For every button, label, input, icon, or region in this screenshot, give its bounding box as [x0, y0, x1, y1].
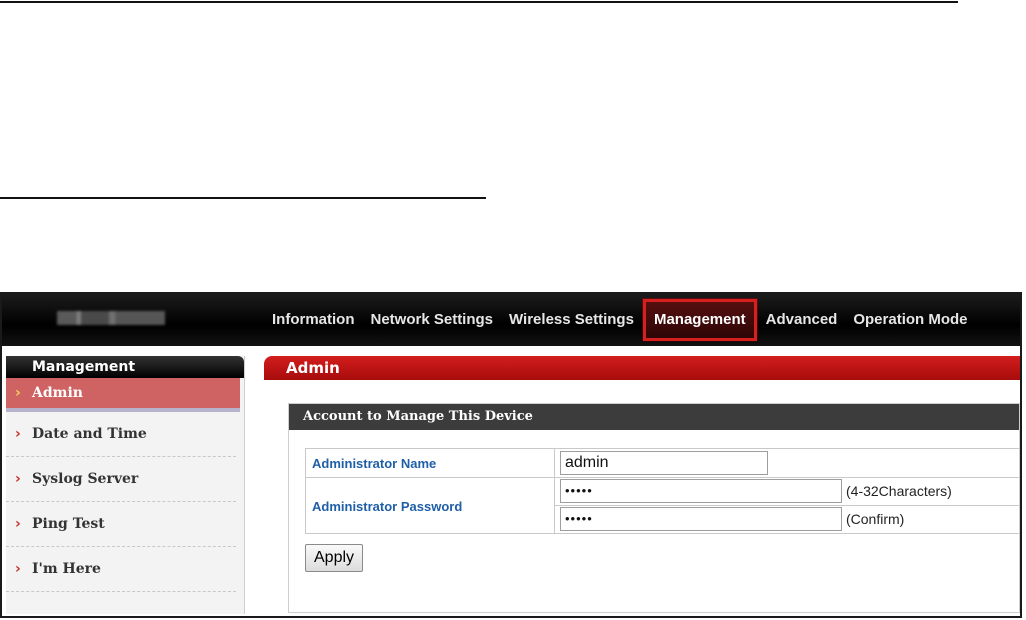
page-title: Admin	[264, 356, 1020, 380]
nav-information[interactable]: Information	[264, 294, 363, 346]
column-divider	[554, 449, 555, 533]
sidebar-item-admin[interactable]: › Admin	[6, 378, 240, 412]
panel-title: Account to Manage This Device	[289, 404, 1019, 430]
chevron-right-icon: ›	[15, 561, 21, 577]
row-divider	[306, 477, 1020, 478]
sidebar-item-label: Admin	[32, 385, 83, 401]
row-divider	[554, 505, 1020, 506]
router-admin-screen: Information Network Settings Wireless Se…	[0, 292, 1022, 618]
sidebar-item-ping-test[interactable]: › Ping Test	[6, 502, 236, 547]
sidebar-item-label: I'm Here	[32, 561, 101, 577]
chevron-right-icon: ›	[15, 385, 21, 401]
account-panel: Account to Manage This Device Administra…	[288, 403, 1020, 613]
admin-name-input[interactable]: admin	[560, 451, 768, 475]
nav-advanced[interactable]: Advanced	[758, 294, 846, 346]
sidebar-item-label: Date and Time	[32, 426, 147, 442]
sidebar-item-im-here[interactable]: › I'm Here	[6, 547, 236, 592]
top-divider	[0, 1, 958, 3]
sidebar: Management › Admin › Date and Time › Sys…	[6, 356, 245, 614]
main-nav: Information Network Settings Wireless Se…	[264, 294, 976, 346]
password-input[interactable]: •••••	[560, 479, 842, 503]
sidebar-item-date-and-time[interactable]: › Date and Time	[6, 412, 236, 457]
nav-network-settings[interactable]: Network Settings	[363, 294, 502, 346]
admin-name-label: Administrator Name	[312, 456, 437, 471]
sidebar-title: Management	[6, 356, 244, 378]
brand-logo	[57, 311, 165, 325]
account-form: Administrator Name admin Administrator P…	[305, 448, 1020, 534]
confirm-note: (Confirm)	[846, 511, 905, 527]
top-navigation-bar: Information Network Settings Wireless Se…	[2, 294, 1020, 346]
chevron-right-icon: ›	[15, 426, 21, 442]
sidebar-item-label: Ping Test	[32, 516, 105, 532]
apply-button[interactable]: Apply	[305, 544, 364, 572]
section-divider	[0, 197, 486, 199]
main-content: Admin Account to Manage This Device Admi…	[264, 356, 1020, 616]
sidebar-item-label: Syslog Server	[32, 471, 139, 487]
admin-password-label: Administrator Password	[312, 499, 463, 514]
chevron-right-icon: ›	[15, 471, 21, 487]
sidebar-item-syslog-server[interactable]: › Syslog Server	[6, 457, 236, 502]
nav-management[interactable]: Management	[641, 298, 758, 342]
chevron-right-icon: ›	[15, 516, 21, 532]
nav-wireless-settings[interactable]: Wireless Settings	[501, 294, 642, 346]
password-length-note: (4-32Characters)	[846, 483, 952, 499]
confirm-password-input[interactable]: •••••	[560, 507, 842, 531]
nav-operation-mode[interactable]: Operation Mode	[845, 294, 975, 346]
